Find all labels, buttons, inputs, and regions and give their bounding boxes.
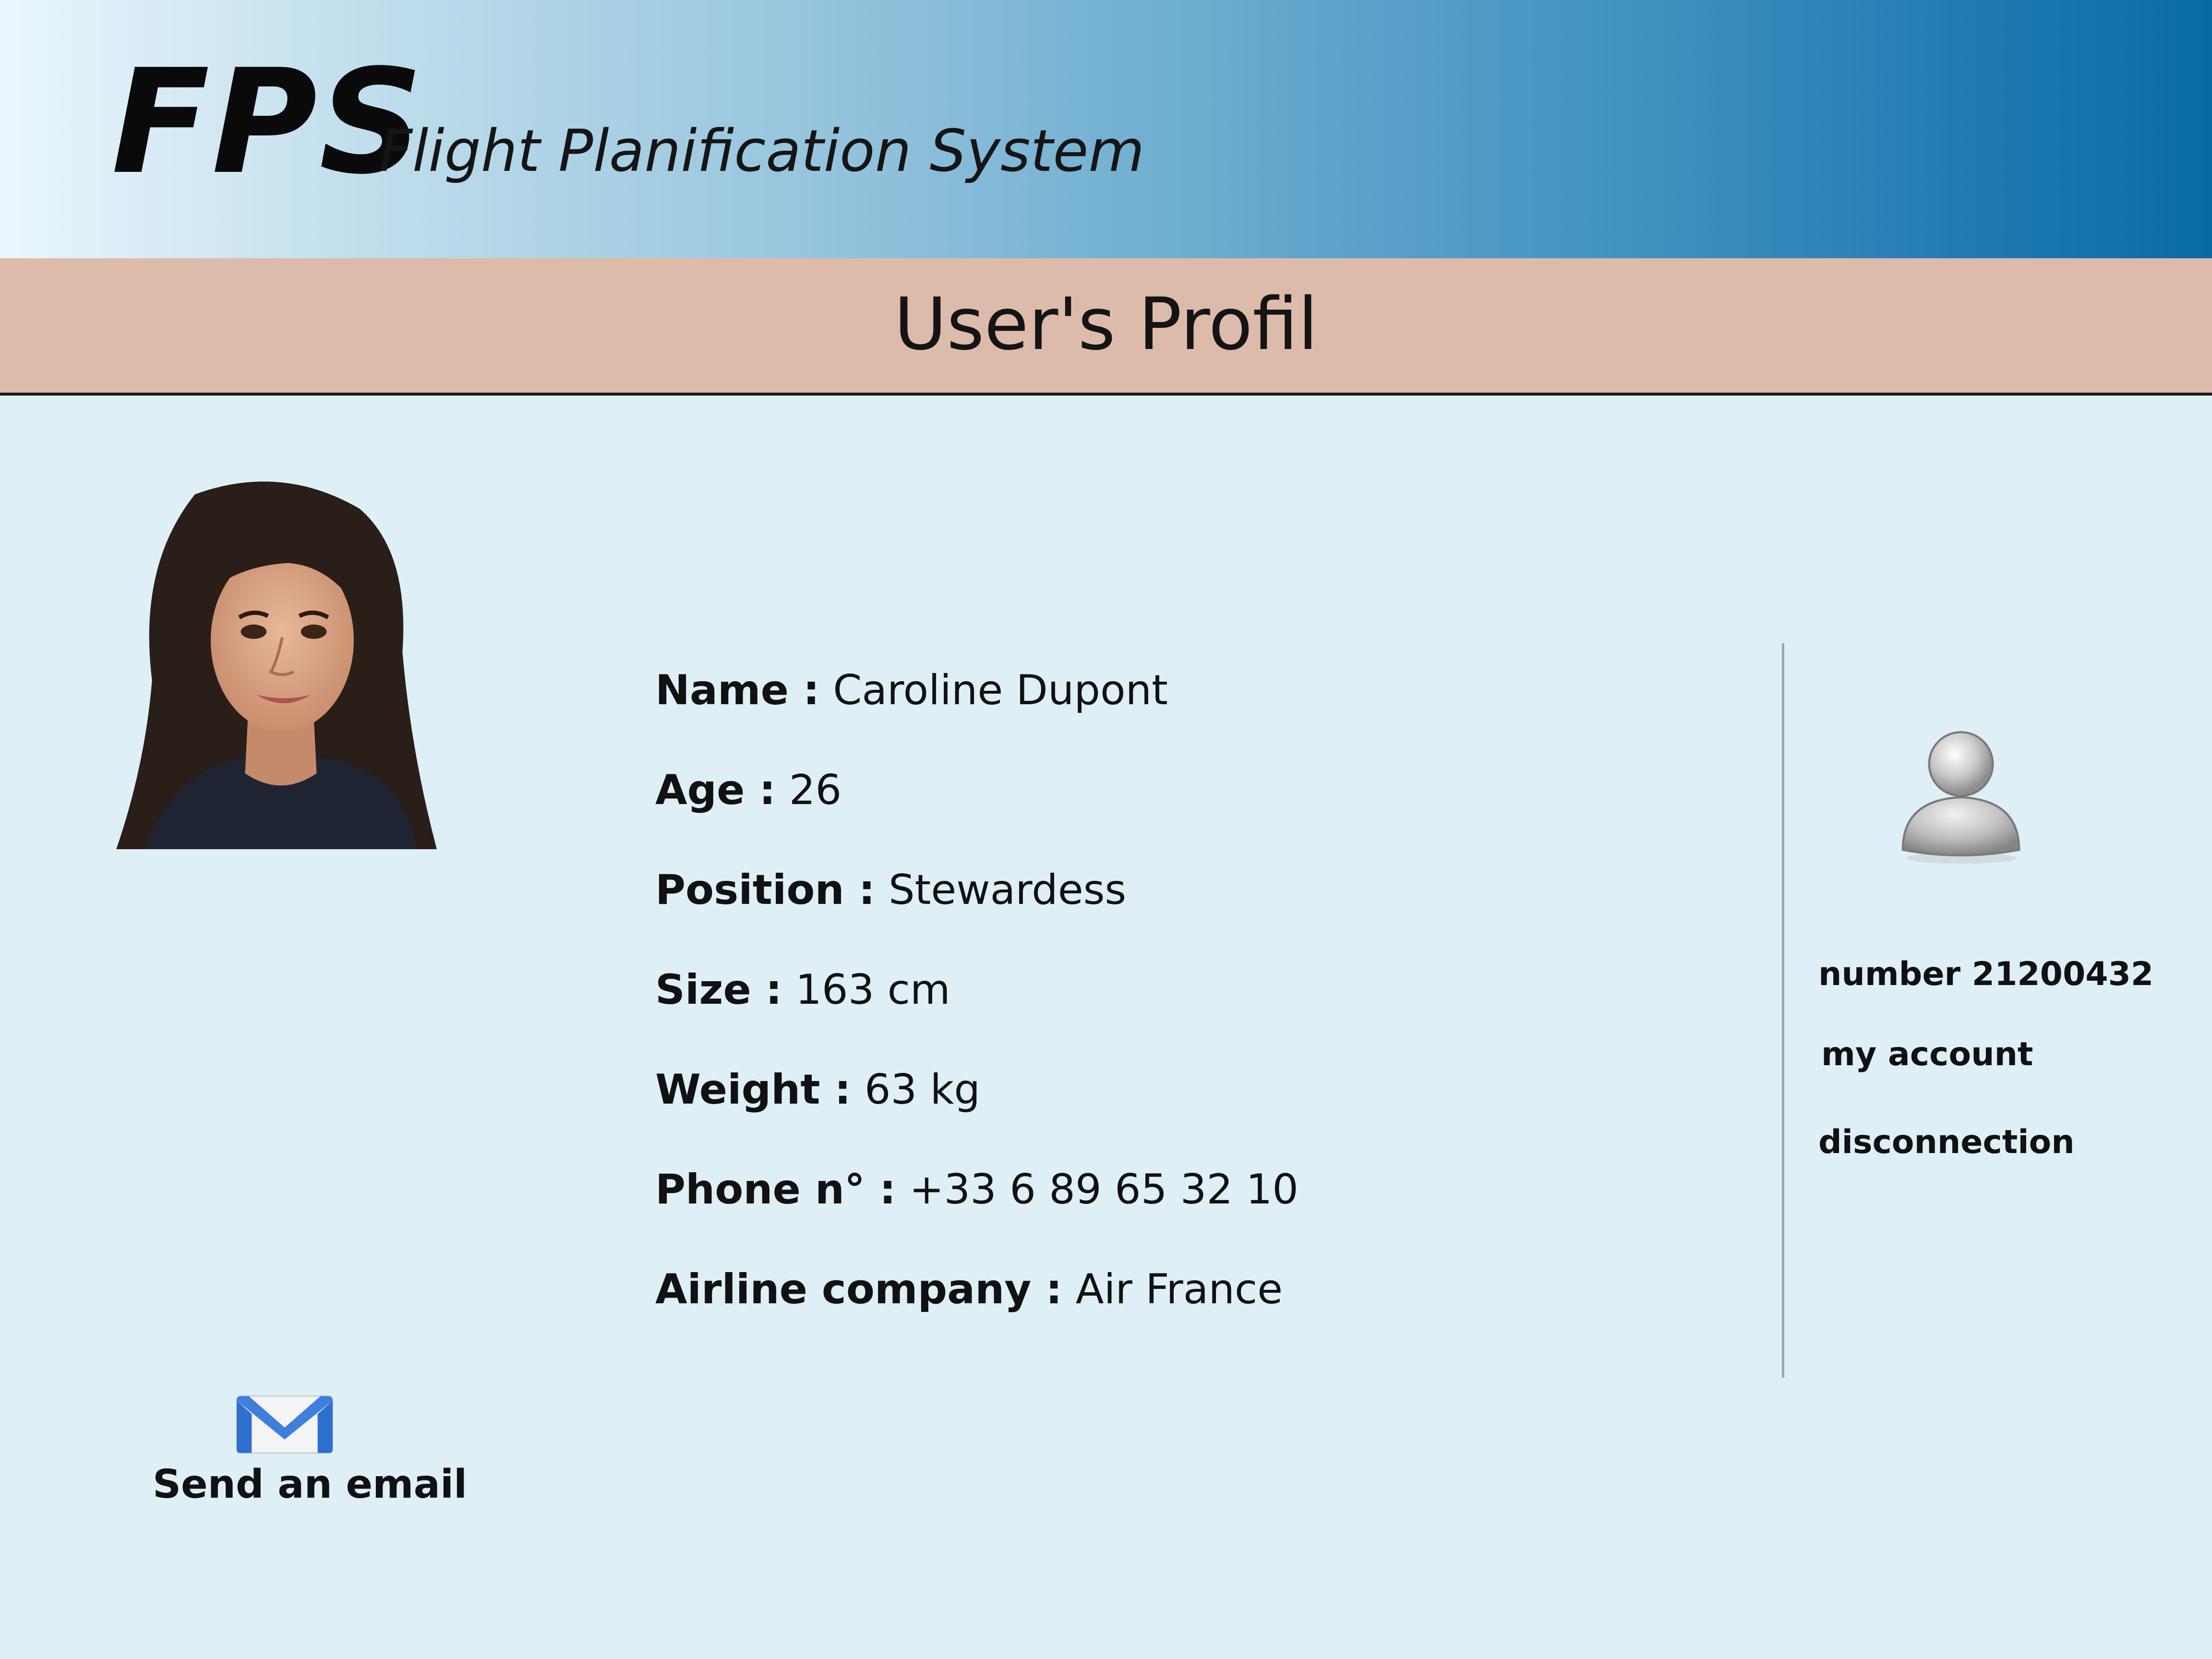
field-label: Size : — [655, 966, 782, 1014]
profile-photo — [115, 480, 446, 852]
mail-icon — [235, 1395, 334, 1455]
field-label: Name : — [655, 666, 820, 714]
profile-field-weight: Weight : 63 kg — [655, 1069, 1298, 1169]
field-value: 26 — [789, 766, 842, 814]
app-logo: FPS — [111, 38, 425, 206]
field-label: Age : — [655, 766, 776, 814]
page-title-bar: User's Profil — [0, 258, 2212, 396]
send-email-button[interactable]: Send an email — [139, 1395, 467, 1519]
vertical-divider — [1782, 643, 1784, 1378]
profile-field-airline: Airline company : Air France — [655, 1269, 1298, 1369]
send-email-label: Send an email — [153, 1462, 468, 1507]
profile-field-size: Size : 163 cm — [655, 969, 1298, 1069]
profile-field-name: Name : Caroline Dupont — [655, 670, 1298, 769]
disconnection-link[interactable]: disconnection — [1818, 1123, 2153, 1161]
my-account-link[interactable]: my account — [1821, 1035, 2153, 1073]
page-title: User's Profil — [894, 283, 1318, 366]
field-value: Stewardess — [889, 866, 1127, 914]
field-value: Air France — [1075, 1265, 1283, 1313]
field-value: 63 kg — [864, 1066, 980, 1114]
header-banner: FPS Flight Planification System — [0, 0, 2212, 258]
account-number: number 21200432 — [1818, 955, 2154, 993]
field-value: 163 cm — [795, 966, 950, 1014]
profile-field-phone: Phone n° : +33 6 89 65 32 10 — [655, 1169, 1298, 1269]
field-label: Airline company : — [655, 1265, 1062, 1313]
field-value: Caroline Dupont — [833, 666, 1168, 714]
field-value: +33 6 89 65 32 10 — [909, 1166, 1299, 1214]
app-name: Flight Planification System — [379, 118, 1145, 185]
profile-details: Name : Caroline Dupont Age : 26 Position :… — [655, 670, 1298, 1369]
account-menu: number 21200432 my account disconnection — [1818, 955, 2153, 1161]
user-avatar-icon[interactable] — [1891, 722, 2031, 866]
profile-field-position: Position : Stewardess — [655, 869, 1298, 969]
field-label: Phone n° : — [655, 1166, 896, 1214]
field-label: Position : — [655, 866, 876, 914]
field-label: Weight : — [655, 1066, 851, 1114]
profile-field-age: Age : 26 — [655, 769, 1298, 869]
